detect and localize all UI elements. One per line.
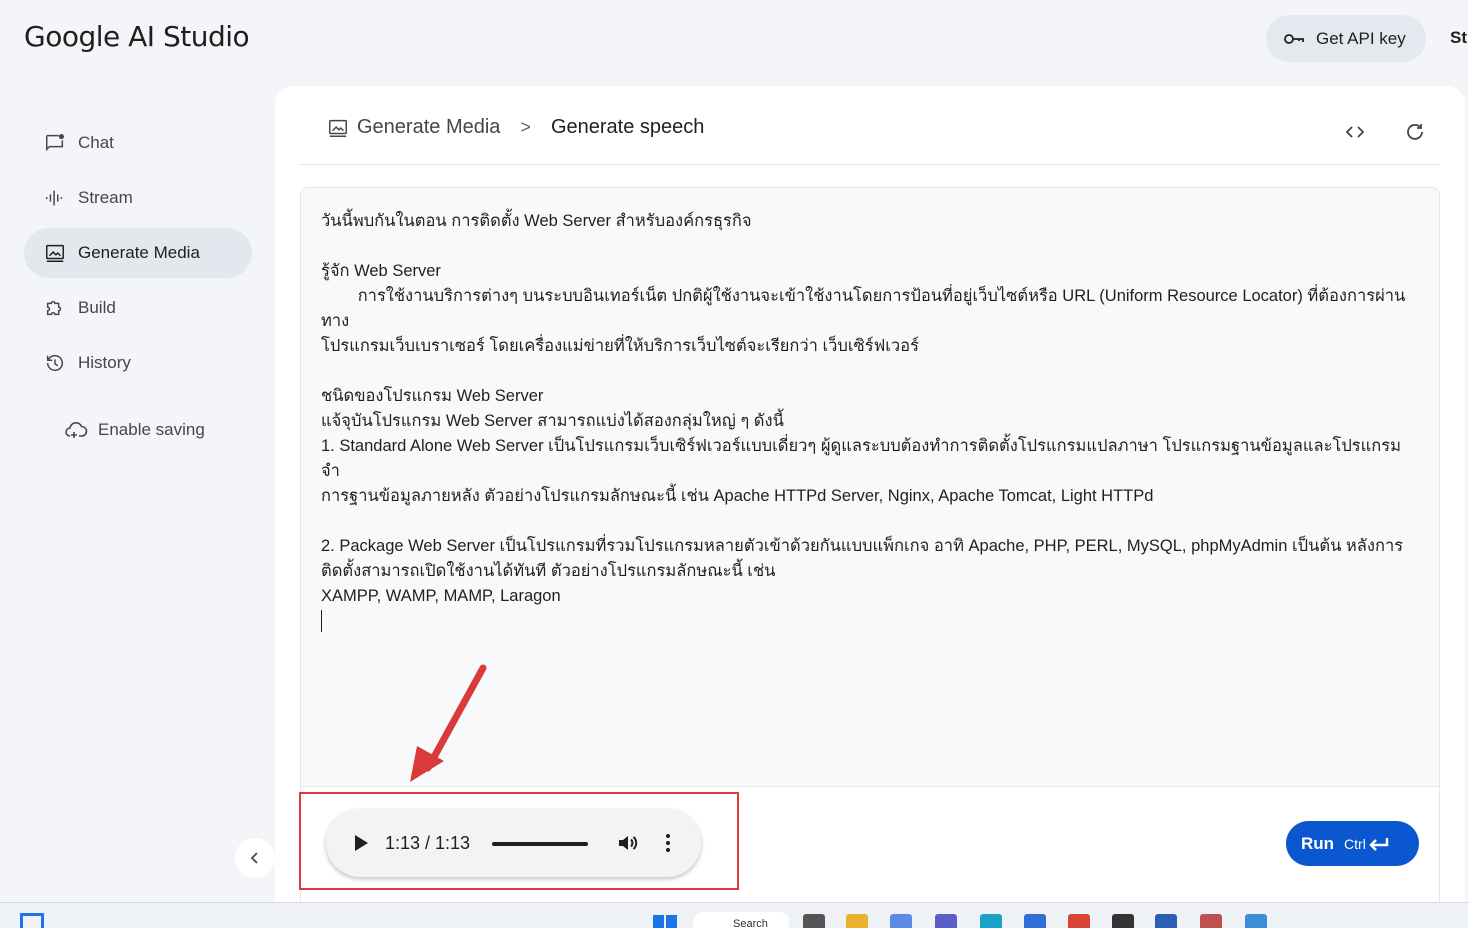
widgets-icon[interactable]	[20, 913, 44, 928]
refresh-icon[interactable]	[1403, 120, 1427, 144]
run-shortcut-label: Ctrl	[1344, 835, 1366, 852]
copilot-icon[interactable]	[890, 914, 912, 928]
run-shortcut-hint: Ctrl	[1344, 836, 1390, 852]
annotation-highlight-box	[299, 792, 739, 890]
truncated-header-text[interactable]: St	[1450, 28, 1467, 48]
editor-line: 1. Standard Alone Web Server เป็นโปรแกรม…	[321, 437, 1402, 480]
puzzle-icon	[46, 300, 62, 316]
file-explorer-icon[interactable]	[846, 914, 868, 928]
sidebar-item-chat[interactable]: Chat	[24, 118, 252, 168]
annotation-arrow-icon	[410, 664, 487, 782]
chrome-profile-icon[interactable]	[1200, 914, 1222, 928]
enable-saving-label: Enable saving	[98, 420, 205, 439]
editor-line: 2. Package Web Server เป็นโปรแกรมที่รวมโ…	[321, 537, 1404, 555]
editor-line: ชนิดของโปรแกรม Web Server	[321, 387, 544, 405]
breadcrumb-parent-label: Generate Media	[357, 116, 501, 138]
sidebar-item-label: Chat	[78, 133, 114, 152]
editor-line: การใช้งานบริการต่างๆ บนระบบอินเทอร์เน็ต …	[321, 287, 1406, 330]
run-button-label: Run	[1301, 833, 1335, 853]
app-logo[interactable]: Google AI Studio	[24, 20, 250, 53]
editor-line: การฐานข้อมูลภายหลัง ตัวอย่างโปรแกรมลักษณ…	[321, 487, 1154, 505]
text-caret	[321, 610, 322, 632]
get-api-key-label: Get API key	[1316, 28, 1406, 48]
task-view-icon[interactable]	[803, 914, 825, 928]
editor-line: โปรแกรมเว็บเบราเซอร์ โดยเครื่องแม่ข่ายที…	[321, 337, 919, 355]
editor-line	[321, 234, 1419, 259]
image-icon	[46, 244, 64, 262]
sidebar-item-generate-media[interactable]: Generate Media	[24, 228, 252, 278]
image-icon	[329, 119, 347, 137]
teams-icon[interactable]	[935, 914, 957, 928]
windows-start-icon[interactable]	[653, 915, 677, 928]
cloud-add-icon	[65, 422, 88, 438]
get-api-key-button[interactable]: Get API key	[1266, 15, 1426, 62]
editor-line: วันนี้พบกันในตอน การติดตั้ง Web Server ส…	[321, 212, 752, 230]
editor-line	[321, 509, 1419, 534]
history-icon	[46, 355, 64, 372]
dell-icon[interactable]	[1112, 914, 1134, 928]
taskbar-search-field[interactable]: Search	[693, 912, 789, 928]
sidebar-item-build[interactable]: Build	[24, 283, 252, 333]
collapse-sidebar-button[interactable]	[235, 838, 275, 878]
key-icon	[1284, 33, 1304, 44]
sidebar-item-stream[interactable]: Stream	[24, 173, 252, 223]
breadcrumb-separator: >	[520, 117, 531, 137]
breadcrumb-current: Generate speech	[550, 116, 705, 138]
enter-key-icon	[1369, 837, 1389, 851]
sidebar-item-label: Build	[78, 298, 116, 317]
store-icon[interactable]	[1024, 914, 1046, 928]
os-taskbar: Search	[0, 902, 1468, 928]
sidebar-item-label: Generate Media	[78, 243, 200, 262]
enable-saving-button[interactable]: Enable saving	[64, 418, 205, 442]
word-icon[interactable]	[1155, 914, 1177, 928]
edge-icon[interactable]	[980, 914, 1002, 928]
chevron-left-icon	[250, 852, 258, 864]
notepad-icon[interactable]	[1245, 914, 1267, 928]
breadcrumb: Generate Media > Generate speech	[327, 116, 704, 139]
editor-line	[321, 359, 1419, 384]
header-divider	[300, 164, 1440, 165]
sidebar-item-history[interactable]: History	[24, 338, 252, 388]
editor-line: XAMPP, WAMP, MAMP, Laragon	[321, 587, 561, 605]
stream-icon	[46, 190, 63, 206]
chrome-icon[interactable]	[1068, 914, 1090, 928]
editor-line: ติดตั้งสามารถเปิดใช้งานได้ทันที ตัวอย่าง…	[321, 562, 776, 580]
run-button[interactable]: Run Ctrl	[1286, 821, 1419, 866]
editor-line: แจ้จุบันโปรแกรม Web Server สามารถแบ่งได้…	[321, 412, 784, 430]
editor-line: รู้จัก Web Server	[321, 262, 441, 280]
breadcrumb-parent[interactable]: Generate Media	[327, 116, 500, 139]
chat-icon	[46, 134, 64, 152]
sidebar-item-label: History	[78, 353, 131, 372]
code-icon[interactable]	[1343, 120, 1367, 144]
sidebar-item-label: Stream	[78, 188, 133, 207]
